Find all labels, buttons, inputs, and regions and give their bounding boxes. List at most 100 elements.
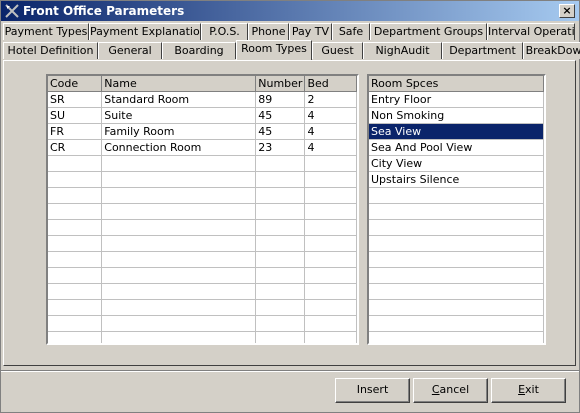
- close-button[interactable]: ×: [559, 4, 575, 18]
- table-cell[interactable]: Standard Room: [101, 91, 257, 108]
- list-item[interactable]: [369, 235, 544, 252]
- table-row[interactable]: [48, 187, 357, 204]
- title-bar[interactable]: Front Office Parameters ×: [1, 1, 579, 21]
- table-cell[interactable]: 4: [304, 107, 357, 124]
- table-cell[interactable]: [48, 203, 103, 220]
- table-cell[interactable]: [304, 155, 357, 172]
- table-cell[interactable]: [48, 155, 103, 172]
- tab-breakdown[interactable]: BreakDown: [523, 42, 580, 59]
- table-row[interactable]: [48, 251, 357, 268]
- table-cell[interactable]: 23: [255, 139, 306, 156]
- table-cell[interactable]: Family Room: [101, 123, 257, 140]
- table-cell[interactable]: 45: [255, 107, 306, 124]
- table-cell[interactable]: [48, 219, 103, 236]
- list-item[interactable]: [369, 267, 544, 284]
- table-cell[interactable]: [48, 315, 103, 332]
- room-spaces-header[interactable]: Room Spces: [369, 76, 544, 92]
- room-types-grid[interactable]: Code Name Number Bed SR Standard Room 89 2 SU Su…: [46, 74, 359, 345]
- table-row[interactable]: SU Suite 45 4: [48, 107, 357, 124]
- list-item[interactable]: [369, 299, 544, 316]
- table-cell[interactable]: [304, 267, 357, 284]
- table-cell[interactable]: [304, 203, 357, 220]
- table-cell[interactable]: SR: [48, 91, 103, 108]
- table-cell[interactable]: CR: [48, 139, 103, 156]
- table-cell[interactable]: [101, 187, 257, 204]
- table-cell[interactable]: [101, 251, 257, 268]
- table-cell[interactable]: [101, 331, 257, 343]
- table-cell[interactable]: FR: [48, 123, 103, 140]
- list-item[interactable]: [369, 331, 544, 343]
- list-item[interactable]: [369, 219, 544, 236]
- tab-payment-explanations[interactable]: Payment Explanations: [89, 23, 201, 40]
- table-cell[interactable]: SU: [48, 107, 103, 124]
- tab-phone[interactable]: Phone: [248, 23, 289, 40]
- table-cell[interactable]: [255, 171, 306, 188]
- table-row[interactable]: [48, 299, 357, 316]
- table-cell[interactable]: [101, 299, 257, 316]
- table-cell[interactable]: [304, 283, 357, 300]
- list-item[interactable]: [369, 315, 544, 332]
- table-cell[interactable]: Connection Room: [101, 139, 257, 156]
- table-cell[interactable]: [101, 203, 257, 220]
- table-cell[interactable]: [255, 219, 306, 236]
- table-cell[interactable]: 89: [255, 91, 306, 108]
- table-row[interactable]: [48, 331, 357, 343]
- list-item[interactable]: [369, 203, 544, 220]
- column-header-bed[interactable]: Bed: [304, 76, 357, 92]
- tab-p-o-s[interactable]: P.O.S.: [201, 23, 248, 40]
- list-item[interactable]: Entry Floor: [369, 91, 544, 108]
- table-row[interactable]: [48, 315, 357, 332]
- table-cell[interactable]: [48, 235, 103, 252]
- table-cell[interactable]: Suite: [101, 107, 257, 124]
- table-cell[interactable]: [255, 251, 306, 268]
- tab-room-types[interactable]: Room Types: [236, 40, 312, 60]
- tab-department-groups[interactable]: Department Groups: [370, 23, 487, 40]
- table-cell[interactable]: [304, 171, 357, 188]
- table-cell[interactable]: [255, 187, 306, 204]
- tab-boarding[interactable]: Boarding: [162, 42, 236, 59]
- table-row[interactable]: [48, 267, 357, 284]
- table-row[interactable]: FR Family Room 45 4: [48, 123, 357, 140]
- table-cell[interactable]: [304, 219, 357, 236]
- table-cell[interactable]: 2: [304, 91, 357, 108]
- table-row[interactable]: [48, 203, 357, 220]
- table-cell[interactable]: [48, 331, 103, 343]
- tab-safe[interactable]: Safe: [332, 23, 370, 40]
- tab-interval-operation[interactable]: Interval Operation: [487, 23, 575, 40]
- table-cell[interactable]: [304, 299, 357, 316]
- column-header-number[interactable]: Number: [255, 76, 306, 92]
- table-cell[interactable]: [101, 171, 257, 188]
- table-cell[interactable]: [48, 299, 103, 316]
- table-cell[interactable]: [101, 219, 257, 236]
- table-cell[interactable]: [255, 155, 306, 172]
- list-item[interactable]: [369, 283, 544, 300]
- list-item[interactable]: City View: [369, 155, 544, 172]
- table-cell[interactable]: [101, 235, 257, 252]
- table-row[interactable]: [48, 235, 357, 252]
- tab-guest[interactable]: Guest: [312, 42, 363, 59]
- tab-payment-types[interactable]: Payment Types: [3, 23, 89, 40]
- table-cell[interactable]: [304, 315, 357, 332]
- table-cell[interactable]: [48, 267, 103, 284]
- table-cell[interactable]: 4: [304, 123, 357, 140]
- table-cell[interactable]: [255, 283, 306, 300]
- tab-general[interactable]: General: [98, 42, 162, 59]
- table-cell[interactable]: [304, 235, 357, 252]
- tab-nighaudit[interactable]: NighAudit: [363, 42, 442, 59]
- list-item[interactable]: Non Smoking: [369, 107, 544, 124]
- table-row[interactable]: [48, 219, 357, 236]
- table-cell[interactable]: [101, 267, 257, 284]
- table-cell[interactable]: [101, 155, 257, 172]
- table-cell[interactable]: [255, 315, 306, 332]
- table-row[interactable]: [48, 155, 357, 172]
- table-cell[interactable]: [101, 283, 257, 300]
- list-item[interactable]: Sea And Pool View: [369, 139, 544, 156]
- exit-button[interactable]: Exit: [491, 378, 566, 403]
- table-cell[interactable]: [48, 251, 103, 268]
- list-item[interactable]: [369, 251, 544, 268]
- tab-hotel-definition[interactable]: Hotel Definition: [3, 42, 98, 59]
- table-cell[interactable]: [304, 187, 357, 204]
- room-spaces-grid[interactable]: Room Spces Entry Floor Non Smoking Sea Vie…: [367, 74, 546, 345]
- tab-pay-tv[interactable]: Pay TV: [289, 23, 332, 40]
- table-cell[interactable]: [304, 331, 357, 343]
